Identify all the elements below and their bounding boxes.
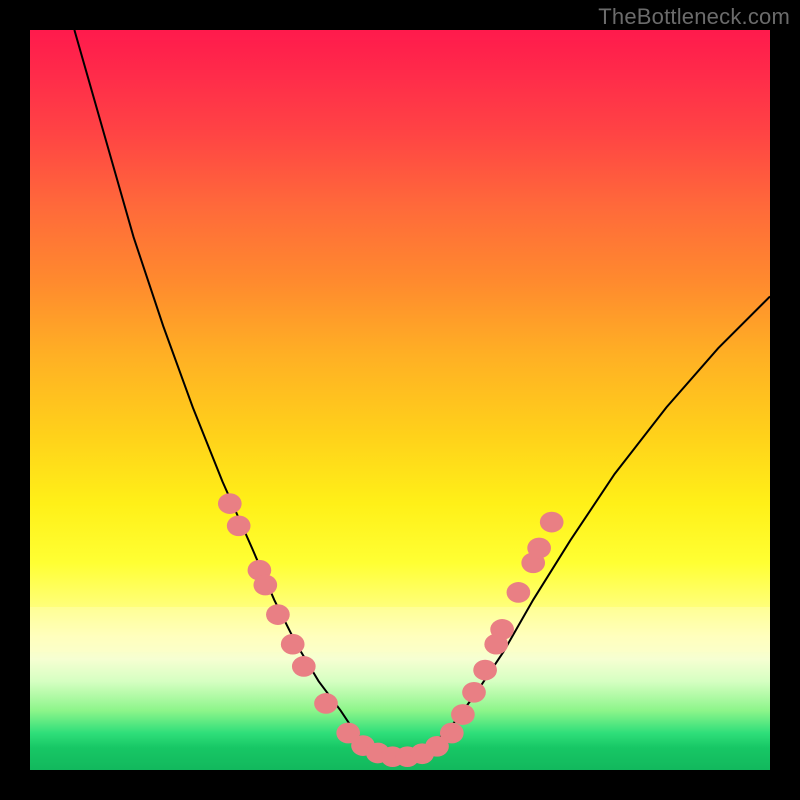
data-bead <box>462 682 486 703</box>
left-curve <box>74 30 385 755</box>
data-bead <box>473 660 497 681</box>
beads-left-group <box>218 493 464 767</box>
data-bead <box>253 575 277 596</box>
watermark-text: TheBottleneck.com <box>598 4 790 30</box>
data-bead <box>540 512 564 533</box>
curve-layer <box>30 30 770 770</box>
data-bead <box>440 723 464 744</box>
data-bead <box>490 619 514 640</box>
data-bead <box>527 538 551 559</box>
beads-right-group <box>451 512 563 725</box>
data-bead <box>227 515 251 536</box>
plot-area <box>30 30 770 770</box>
data-bead <box>451 704 475 725</box>
chart-frame: TheBottleneck.com <box>0 0 800 800</box>
data-bead <box>281 634 305 655</box>
data-bead <box>292 656 316 677</box>
data-bead <box>266 604 290 625</box>
data-bead <box>507 582 531 603</box>
data-bead <box>218 493 242 514</box>
data-bead <box>314 693 338 714</box>
